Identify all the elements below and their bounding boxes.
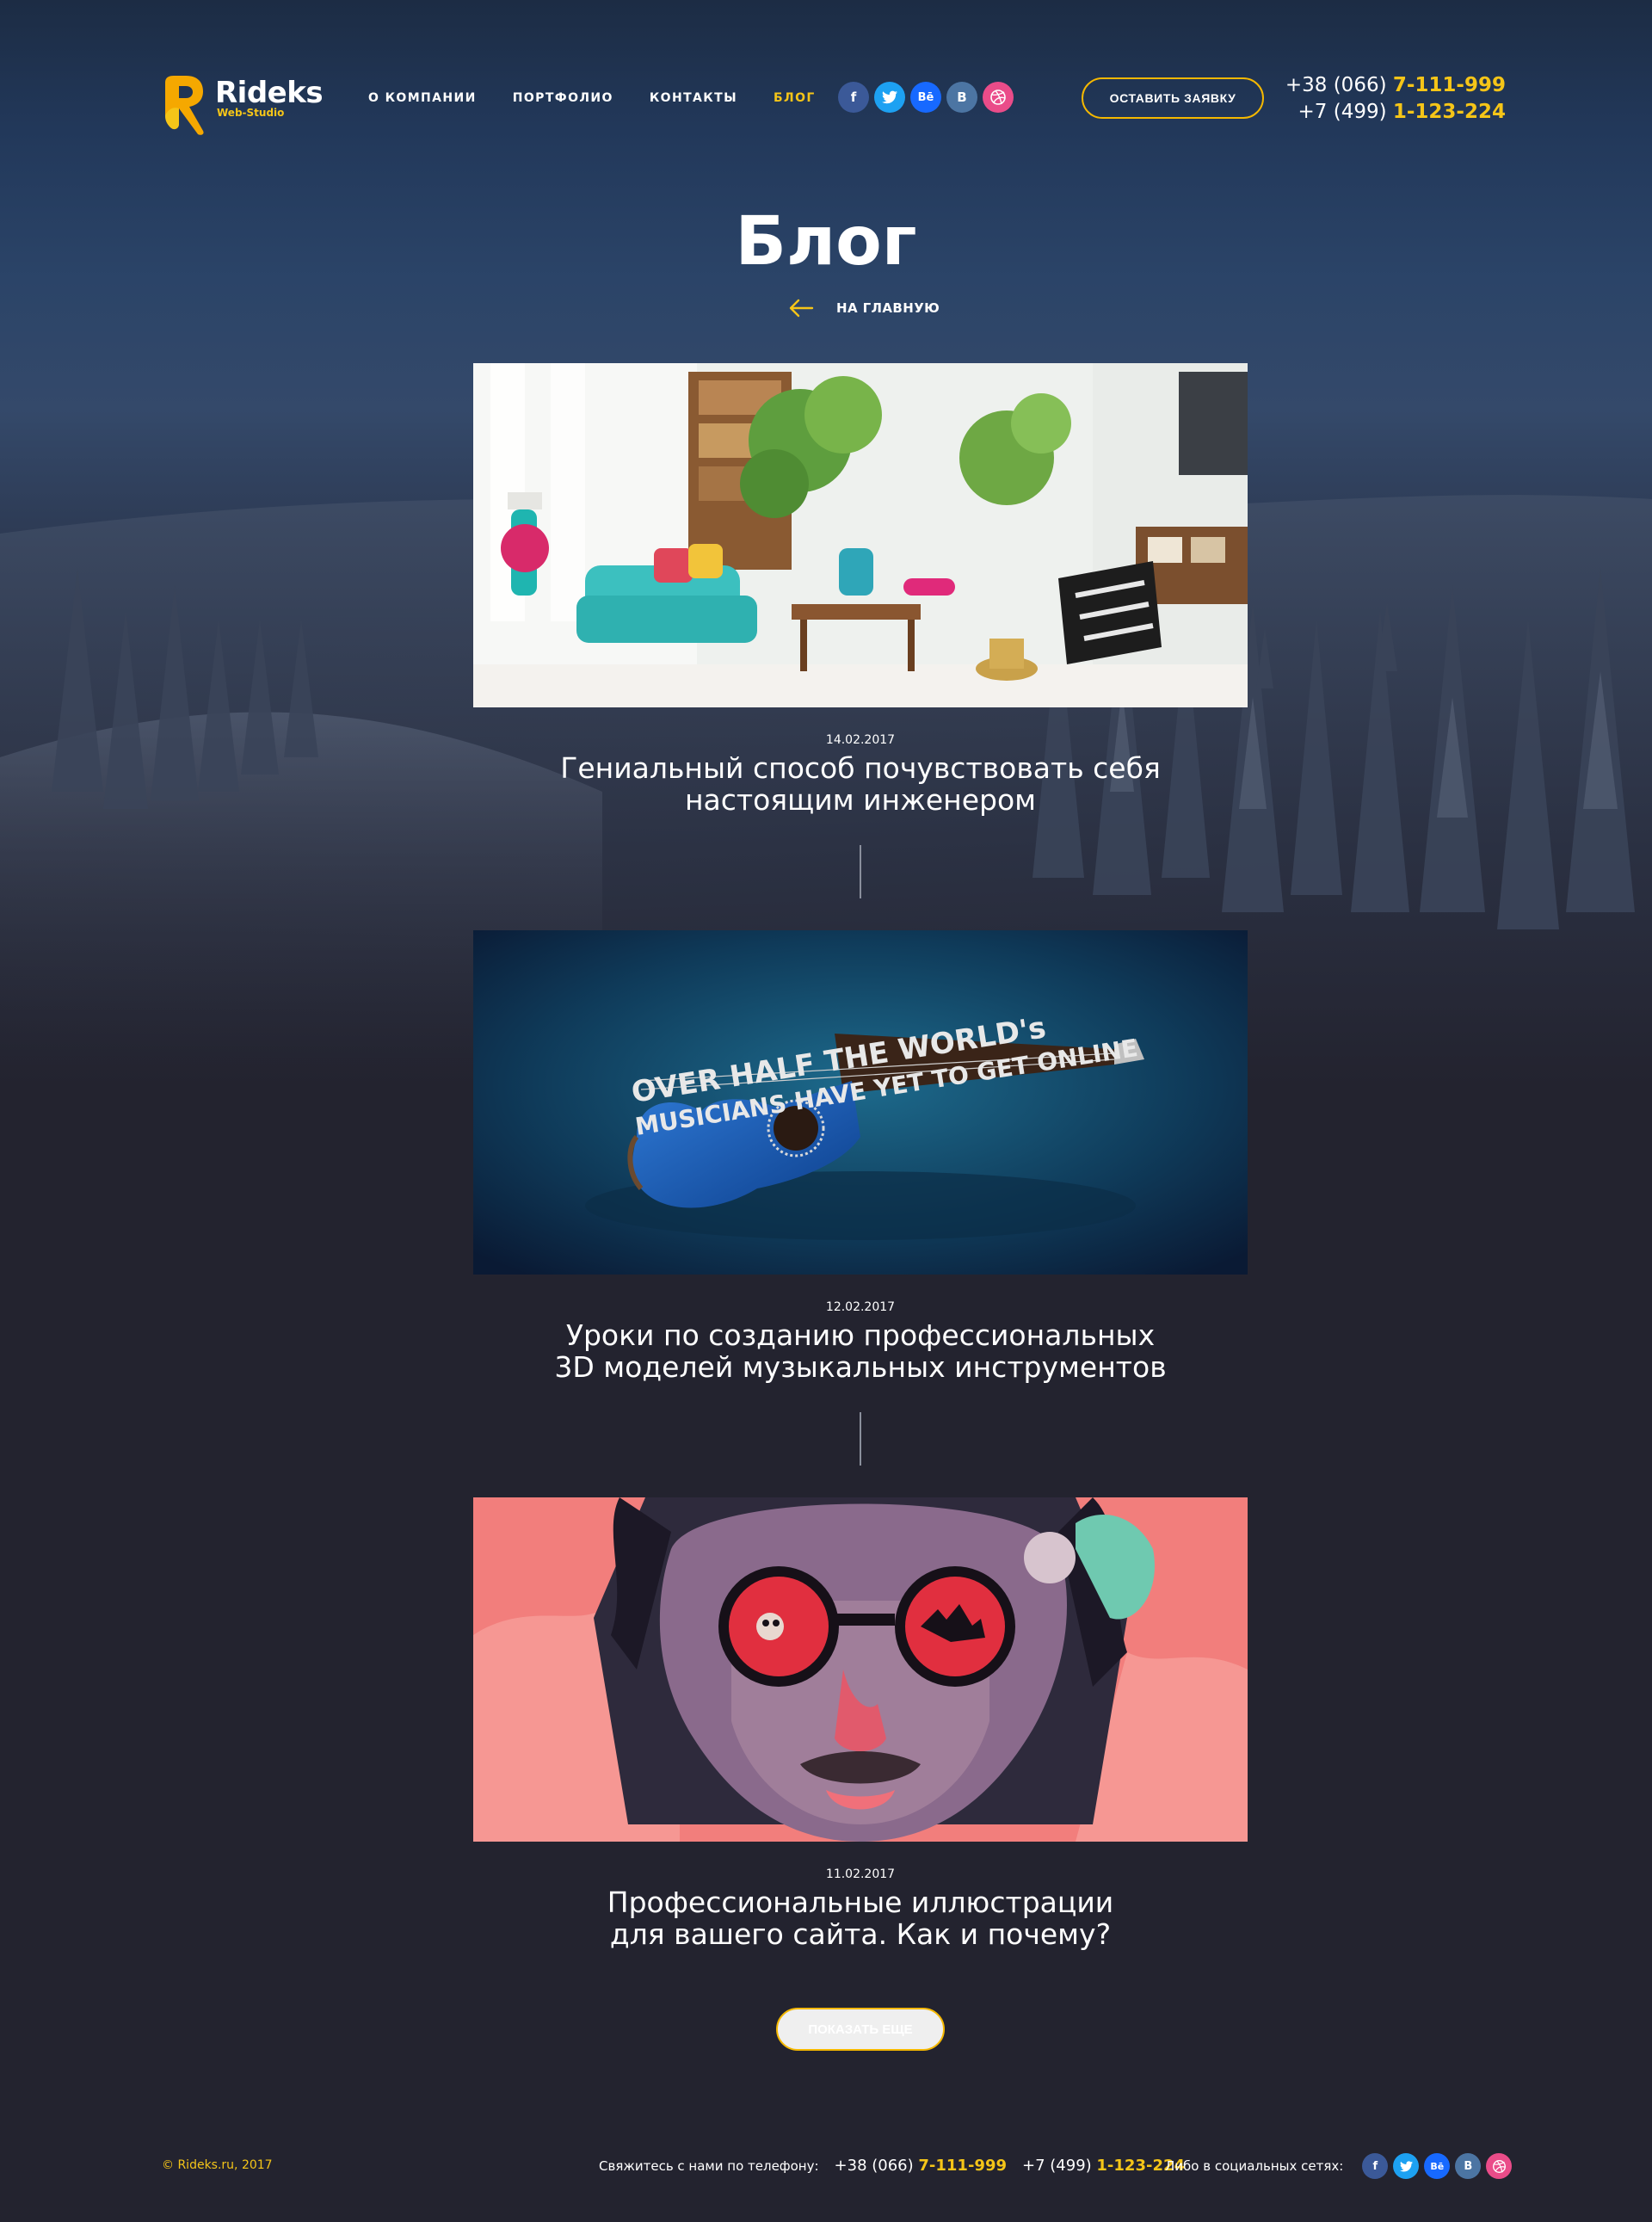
back-to-home-link[interactable]: НА ГЛАВНУЮ xyxy=(788,298,940,318)
post-title-link[interactable]: Гениальный способ почувствовать себя наст… xyxy=(473,752,1248,816)
back-label: НА ГЛАВНУЮ xyxy=(836,300,940,316)
post-date: 14.02.2017 xyxy=(825,733,896,747)
page-title: Блог xyxy=(735,203,917,281)
logo-name: Rideks xyxy=(215,76,324,110)
post-title-link[interactable]: Профессиональные иллюстрации для вашего с… xyxy=(473,1886,1248,1950)
phone-ukraine[interactable]: +38 (066) 7-111-999 xyxy=(1285,72,1506,99)
logo[interactable]: Rideks Web-Studio xyxy=(160,74,324,136)
logo-r-icon xyxy=(165,76,204,135)
post-image-illustration[interactable] xyxy=(473,1497,1248,1842)
post-title: Профессиональные иллюстрации для вашего с… xyxy=(607,1886,1114,1951)
twitter-icon[interactable] xyxy=(1393,2153,1420,2179)
blog-post: 11.02.2017 Профессиональные иллюстрации д… xyxy=(473,1497,1248,1950)
header-social-links: f Bē B xyxy=(838,82,1014,113)
header-phones: +38 (066) 7-111-999 +7 (499) 1-123-224 xyxy=(1285,72,1506,126)
arrow-left-icon xyxy=(789,299,814,318)
footer-phone-ukraine[interactable]: +38 (066) 7-111-999 xyxy=(835,2157,1007,2175)
post-title-link[interactable]: Уроки по созданию профессиональных 3D мод… xyxy=(473,1319,1248,1383)
show-more-button[interactable]: ПОКАЗАТЬ ЕЩЕ xyxy=(776,2008,945,2051)
post-date: 11.02.2017 xyxy=(825,1867,896,1881)
request-button[interactable]: ОСТАВИТЬ ЗАЯВКУ xyxy=(1082,77,1264,119)
dribbble-icon[interactable] xyxy=(1486,2153,1513,2179)
nav-item-portfolio[interactable]: ПОРТФОЛИО xyxy=(513,91,613,105)
main-nav: О КОМПАНИИ ПОРТФОЛИО КОНТАКТЫ БЛОГ xyxy=(368,91,852,105)
post-title: Уроки по созданию профессиональных 3D мод… xyxy=(554,1318,1167,1384)
behance-icon[interactable]: Bē xyxy=(910,82,941,113)
blog-post: OVER HALF THE WORLD's MUSICIANS HAVE YET… xyxy=(473,930,1248,1466)
post-date: 12.02.2017 xyxy=(825,1300,896,1314)
vk-icon[interactable]: B xyxy=(946,82,977,113)
footer-contacts: Свяжитесь с нами по телефону: +38 (066) … xyxy=(599,2157,1200,2175)
footer-phone-russia[interactable]: +7 (499) 1-123-224 xyxy=(1022,2157,1185,2175)
post-divider xyxy=(860,1412,861,1466)
post-title: Гениальный способ почувствовать себя наст… xyxy=(560,751,1161,817)
vk-icon[interactable]: B xyxy=(1455,2153,1482,2179)
post-image-living-room[interactable] xyxy=(473,363,1248,707)
facebook-icon[interactable]: f xyxy=(1362,2153,1389,2179)
nav-item-contacts[interactable]: КОНТАКТЫ xyxy=(650,91,737,105)
footer-social: Либо в социальных сетях: f Bē B xyxy=(1165,2153,1513,2179)
twitter-icon[interactable] xyxy=(874,82,905,113)
behance-icon[interactable]: Bē xyxy=(1424,2153,1451,2179)
footer-contact-label: Свяжитесь с нами по телефону: xyxy=(599,2157,819,2174)
footer-social-label: Либо в социальных сетях: xyxy=(1165,2158,1344,2174)
dribbble-icon[interactable] xyxy=(983,82,1014,113)
blog-post: 14.02.2017 Гениальный способ почувствова… xyxy=(473,363,1248,898)
phone-russia[interactable]: +7 (499) 1-123-224 xyxy=(1285,99,1507,126)
nav-item-about[interactable]: О КОМПАНИИ xyxy=(368,91,477,105)
facebook-icon[interactable]: f xyxy=(838,82,869,113)
copyright: © Rideks.ru, 2017 xyxy=(162,2158,273,2172)
post-divider xyxy=(860,845,861,898)
post-image-guitar[interactable]: OVER HALF THE WORLD's MUSICIANS HAVE YET… xyxy=(473,930,1248,1275)
nav-item-blog[interactable]: БЛОГ xyxy=(774,91,816,105)
